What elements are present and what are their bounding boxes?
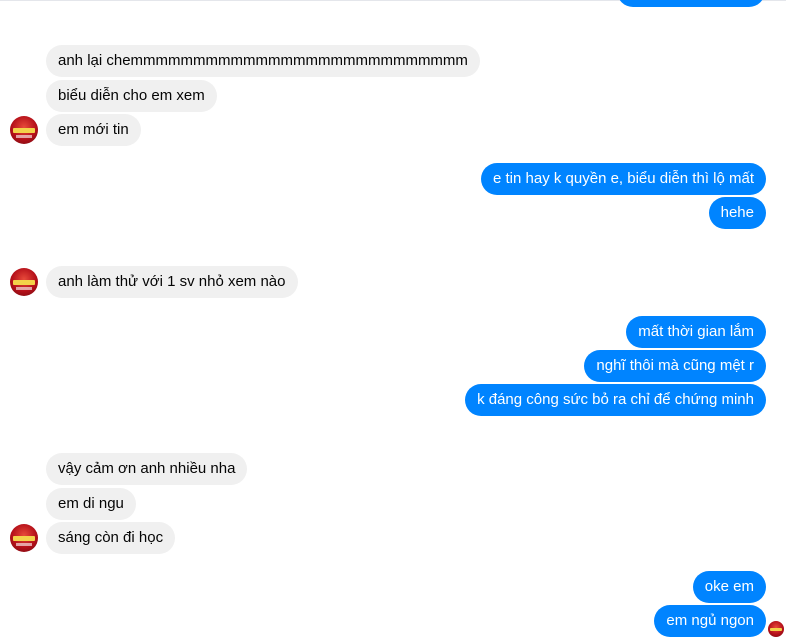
outgoing-message[interactable]: k đáng công sức bỏ ra chỉ để chứng minh	[465, 384, 766, 416]
outgoing-message-partial[interactable]	[617, 0, 765, 7]
contact-avatar-icon[interactable]	[10, 116, 38, 144]
incoming-message[interactable]: em di ngu	[46, 488, 136, 520]
seen-indicator-icon	[768, 621, 784, 637]
contact-avatar-icon[interactable]	[10, 268, 38, 296]
outgoing-message[interactable]: e tin hay k quyền e, biểu diễn thì lộ mấ…	[481, 163, 766, 195]
incoming-message[interactable]: biểu diễn cho em xem	[46, 80, 217, 112]
incoming-message[interactable]: em mới tin	[46, 114, 141, 146]
outgoing-message[interactable]: oke em	[692, 571, 766, 603]
outgoing-message[interactable]: hehe	[708, 197, 766, 229]
chat-thread: anh lại chemmmmmmmmmmmmmmmmmmmmmmmmmmm b…	[0, 0, 786, 641]
outgoing-message[interactable]: em ngủ ngon	[654, 605, 766, 637]
incoming-message[interactable]: anh làm thử với 1 sv nhỏ xem nào	[46, 266, 298, 298]
outgoing-message[interactable]: nghĩ thôi mà cũng mệt r	[584, 350, 766, 382]
contact-avatar-icon[interactable]	[10, 524, 38, 552]
outgoing-message[interactable]: mất thời gian lắm	[626, 316, 766, 348]
incoming-message[interactable]: vậy cảm ơn anh nhiều nha	[46, 453, 248, 485]
incoming-message[interactable]: anh lại chemmmmmmmmmmmmmmmmmmmmmmmmmmm	[46, 45, 480, 77]
incoming-message[interactable]: sáng còn đi học	[46, 522, 176, 554]
